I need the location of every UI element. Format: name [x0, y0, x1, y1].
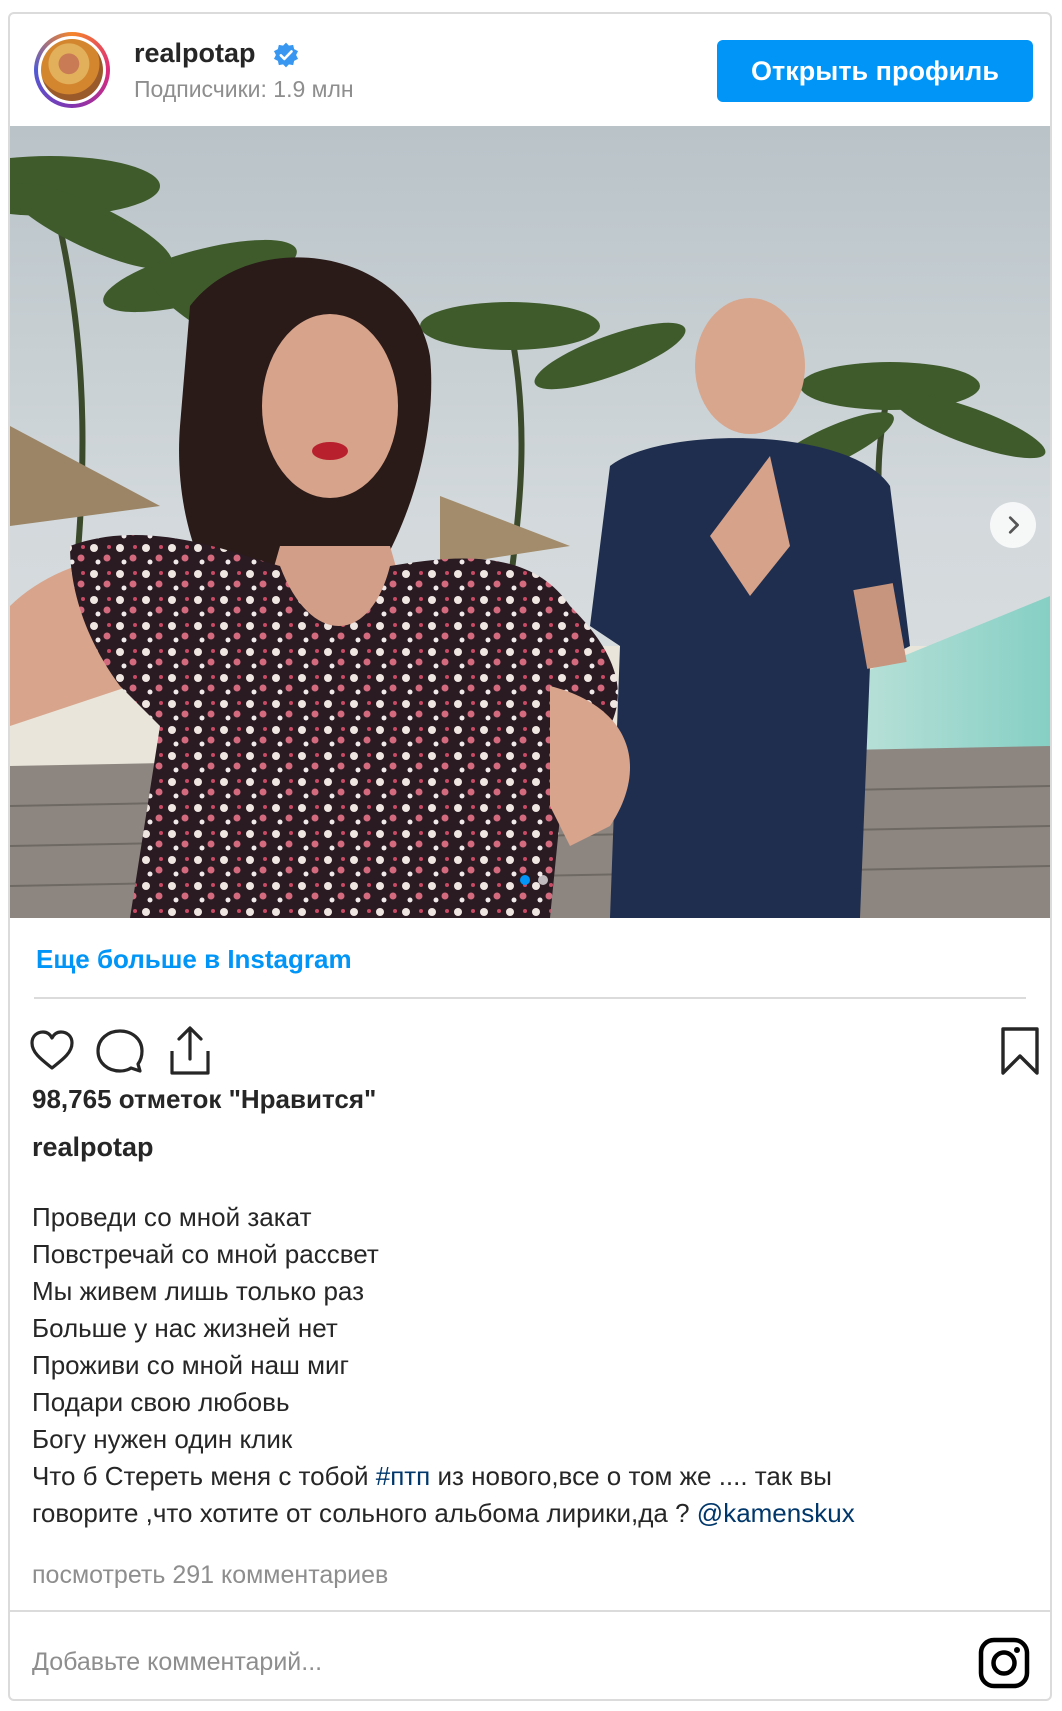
instagram-icon[interactable]: [978, 1637, 1030, 1689]
caption-line: Мы живем лишь только раз: [32, 1276, 365, 1306]
comment-icon[interactable]: [96, 1027, 144, 1075]
view-comments-link[interactable]: посмотреть 291 комментариев: [32, 1561, 388, 1590]
bookmark-icon[interactable]: [1000, 1026, 1040, 1076]
open-profile-button[interactable]: Открыть профиль: [717, 40, 1033, 102]
caption-line: Богу нужен один клик: [32, 1424, 293, 1454]
caption-text: Проведи со мной закат Повстречай со мной…: [32, 1199, 1022, 1532]
divider: [10, 1610, 1050, 1612]
mention-link[interactable]: @kamenskux: [697, 1498, 855, 1528]
chevron-right-icon: [1008, 516, 1019, 534]
instagram-embed-card: realpotap Подписчики: 1.9 млн Открыть пр…: [8, 12, 1052, 1701]
add-comment-input[interactable]: Добавьте комментарий...: [32, 1648, 322, 1677]
caption-line: Проживи со мной наш миг: [32, 1350, 349, 1380]
carousel-next-button[interactable]: [990, 502, 1036, 548]
follower-count: Подписчики: 1.9 млн: [134, 76, 354, 102]
photo-image: [10, 126, 1050, 918]
caption-line: Проведи со мной закат: [32, 1202, 312, 1232]
hashtag-link[interactable]: #птп: [376, 1461, 431, 1491]
heart-icon[interactable]: [28, 1027, 76, 1075]
caption-line: Больше у нас жизней нет: [32, 1313, 338, 1343]
profile-avatar[interactable]: [34, 32, 110, 108]
caption-line: Подари свою любовь: [32, 1387, 290, 1417]
post-header: realpotap Подписчики: 1.9 млн Открыть пр…: [10, 14, 1050, 126]
post-photo[interactable]: [10, 126, 1050, 918]
divider: [34, 997, 1026, 999]
caption-line: Что б Стереть меня с тобой #птп из новог…: [32, 1461, 832, 1491]
verified-badge-icon: [273, 42, 299, 68]
more-on-instagram-link[interactable]: Еще больше в Instagram: [36, 944, 352, 975]
carousel-dots: [520, 875, 548, 885]
likes-count[interactable]: 98,765 отметок "Нравится": [32, 1084, 376, 1115]
caption-author[interactable]: realpotap: [32, 1132, 154, 1163]
share-icon[interactable]: [166, 1025, 214, 1077]
profile-username[interactable]: realpotap: [134, 38, 256, 69]
caption-line: говорите ,что хотите от сольного альбома…: [32, 1498, 855, 1528]
carousel-dot: [538, 875, 548, 885]
carousel-dot-active: [520, 875, 530, 885]
caption-line: Повстречай со мной рассвет: [32, 1239, 379, 1269]
